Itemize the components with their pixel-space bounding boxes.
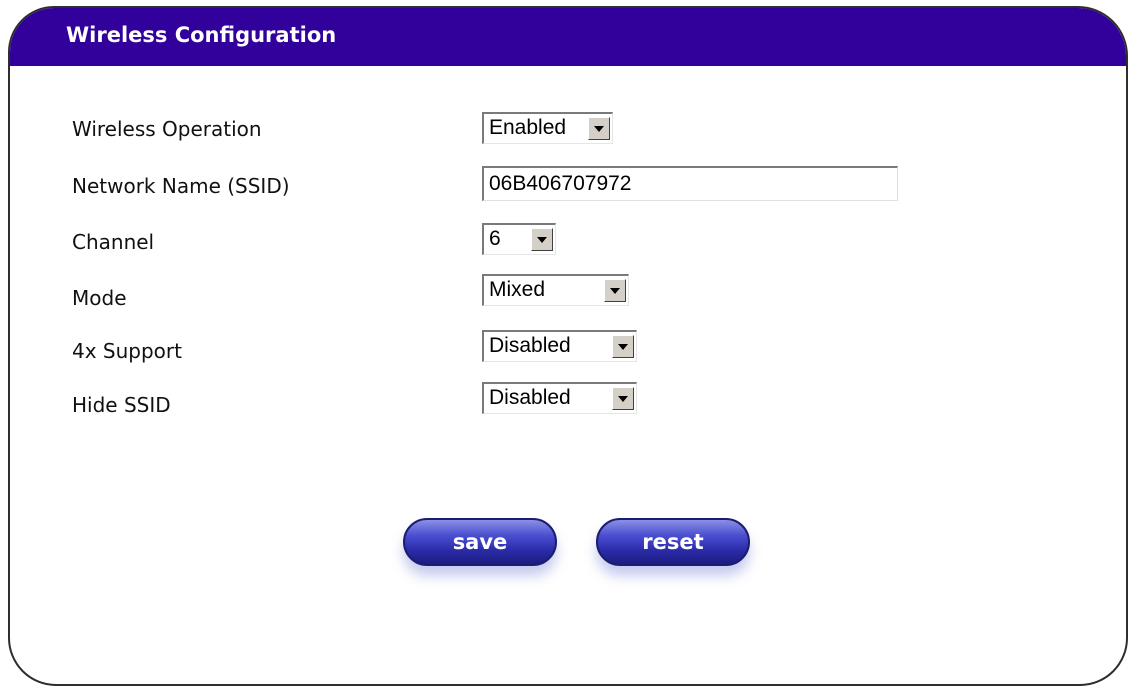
hide-ssid-select[interactable]: Disabled [482, 382, 637, 414]
chevron-down-icon[interactable] [604, 279, 626, 302]
chevron-down-icon[interactable] [531, 228, 553, 251]
ssid-input[interactable]: 06B406707972 [482, 166, 898, 201]
wireless-config-panel: Wireless Configuration Wireless Operatio… [8, 6, 1128, 686]
title-bar: Wireless Configuration [10, 8, 1126, 66]
support-4x-label: 4x Support [72, 339, 182, 363]
hide-ssid-value: Disabled [489, 386, 571, 409]
channel-label: Channel [72, 230, 155, 254]
support-4x-value: Disabled [489, 334, 571, 357]
ssid-label: Network Name (SSID) [72, 174, 290, 198]
chevron-down-icon[interactable] [612, 387, 634, 410]
chevron-down-icon[interactable] [612, 335, 634, 358]
channel-select[interactable]: 6 [482, 223, 556, 255]
save-button[interactable]: save [403, 518, 557, 566]
panel-title: Wireless Configuration [66, 23, 337, 47]
support-4x-select[interactable]: Disabled [482, 330, 637, 362]
wireless-operation-label: Wireless Operation [72, 117, 262, 141]
wireless-operation-select[interactable]: Enabled [482, 112, 613, 144]
wireless-operation-value: Enabled [489, 116, 567, 139]
hide-ssid-label: Hide SSID [72, 393, 171, 417]
channel-value: 6 [489, 227, 501, 250]
mode-select[interactable]: Mixed [482, 274, 629, 306]
mode-label: Mode [72, 286, 127, 310]
mode-value: Mixed [489, 278, 546, 301]
reset-button[interactable]: reset [596, 518, 750, 566]
chevron-down-icon[interactable] [588, 117, 610, 140]
